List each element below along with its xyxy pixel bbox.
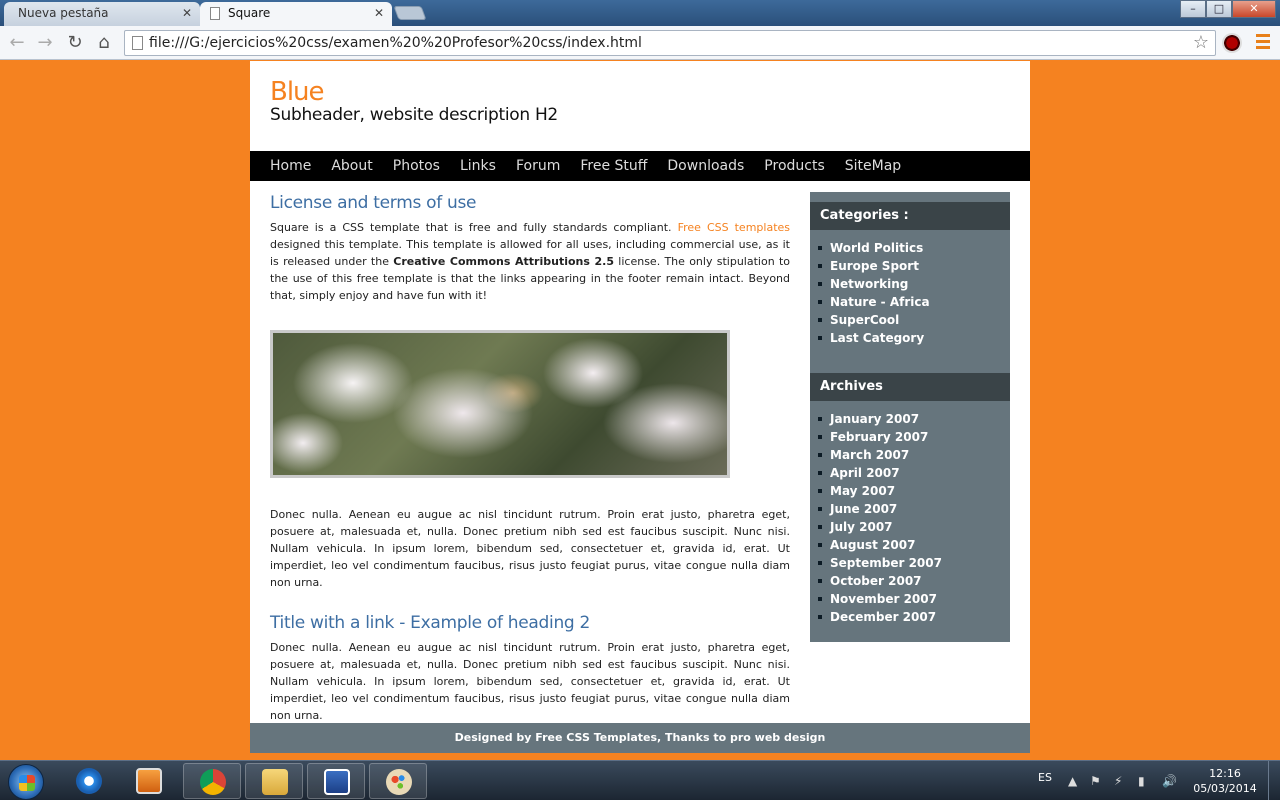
windows-taskbar: ES ▲ ⚑ ⚡ ▮ 🔊 12:16 05/03/2014 [0, 760, 1280, 800]
extension-icon[interactable] [1222, 33, 1242, 53]
heading-license: License and terms of use [270, 193, 477, 213]
word-glyph [324, 769, 350, 795]
category-link[interactable]: Networking [818, 275, 930, 293]
archives-heading: Archives [810, 373, 1010, 401]
archive-link[interactable]: December 2007 [818, 608, 942, 626]
internet-explorer-icon[interactable] [60, 763, 118, 799]
free-css-templates-link[interactable]: Free CSS templates [678, 221, 790, 234]
page-footer: Designed by Free CSS Templates, Thanks t… [250, 723, 1030, 753]
action-center-flag-icon[interactable]: ⚑ [1090, 774, 1101, 788]
category-link[interactable]: SuperCool [818, 311, 930, 329]
archive-link[interactable]: August 2007 [818, 536, 942, 554]
tab-close-icon[interactable]: ✕ [182, 2, 192, 24]
main-content: License and terms of use Square is a CSS… [270, 193, 790, 724]
text: Square is a CSS template that is free an… [270, 221, 678, 234]
paragraph-license: Square is a CSS template that is free an… [270, 219, 790, 304]
category-link[interactable]: World Politics [818, 239, 930, 257]
ie-glyph [76, 768, 102, 794]
paint-icon[interactable] [369, 763, 427, 799]
file-explorer-icon[interactable] [245, 763, 303, 799]
menu-item-photos[interactable]: Photos [383, 151, 450, 181]
site-subtitle: Subheader, website description H2 [270, 105, 558, 125]
volume-icon[interactable]: 🔊 [1162, 774, 1177, 788]
archive-link[interactable]: June 2007 [818, 500, 942, 518]
menu-item-sitemap[interactable]: SiteMap [835, 151, 911, 181]
address-bar[interactable]: file:///G:/ejercicios%20css/examen%20%20… [124, 30, 1216, 56]
archive-link[interactable]: September 2007 [818, 554, 942, 572]
clock-date: 05/03/2014 [1193, 782, 1257, 795]
category-link[interactable]: Nature - Africa [818, 293, 930, 311]
heading-title-link[interactable]: Title with a link - Example of heading 2 [270, 613, 790, 633]
archive-link[interactable]: May 2007 [818, 482, 942, 500]
main-menu: Home About Photos Links Forum Free Stuff… [250, 151, 1030, 181]
archive-link[interactable]: February 2007 [818, 428, 942, 446]
flower-photo [270, 330, 730, 478]
url-text[interactable]: file:///G:/ejercicios%20css/examen%20%20… [149, 31, 642, 55]
categories-heading: Categories : [810, 202, 1010, 230]
forward-arrow-icon[interactable]: → [34, 32, 56, 54]
category-link[interactable]: Last Category [818, 329, 930, 347]
menu-item-forum[interactable]: Forum [506, 151, 570, 181]
browser-toolbar: ← → ↻ ⌂ file:///G:/ejercicios%20css/exam… [0, 26, 1280, 60]
new-tab-button[interactable] [393, 6, 427, 20]
archive-link[interactable]: April 2007 [818, 464, 942, 482]
tab-close-icon[interactable]: ✕ [374, 2, 384, 24]
sidebar: Categories : World Politics Europe Sport… [810, 192, 1010, 642]
word-icon[interactable] [307, 763, 365, 799]
bookmark-star-icon[interactable]: ☆ [1193, 32, 1209, 53]
menu-item-free-stuff[interactable]: Free Stuff [570, 151, 657, 181]
network-icon[interactable]: ▮ [1138, 774, 1145, 788]
paint-glyph [386, 769, 412, 795]
chrome-glyph [200, 769, 226, 795]
categories-list: World Politics Europe Sport Networking N… [818, 239, 930, 347]
power-icon[interactable]: ⚡ [1114, 774, 1122, 788]
media-glyph [136, 768, 162, 794]
clock-time: 12:16 [1209, 767, 1241, 780]
reload-icon[interactable]: ↻ [64, 32, 86, 54]
menu-item-products[interactable]: Products [754, 151, 834, 181]
browser-tabstrip: Nueva pestaña ✕ Square ✕ – □ ✕ [0, 0, 1280, 26]
back-arrow-icon[interactable]: ← [6, 32, 28, 54]
paragraph-lorem-2: Donec nulla. Aenean eu augue ac nisl tin… [270, 641, 790, 722]
archive-link[interactable]: March 2007 [818, 446, 942, 464]
menu-item-links[interactable]: Links [450, 151, 506, 181]
close-button[interactable]: ✕ [1232, 0, 1276, 18]
menu-item-home[interactable]: Home [260, 151, 321, 181]
window-controls: – □ ✕ [1180, 0, 1276, 20]
home-icon[interactable]: ⌂ [93, 32, 115, 54]
archive-link[interactable]: July 2007 [818, 518, 942, 536]
media-player-icon[interactable] [120, 763, 178, 799]
clock[interactable]: 12:16 05/03/2014 [1190, 766, 1260, 796]
menu-item-downloads[interactable]: Downloads [657, 151, 754, 181]
windows-logo-icon [19, 775, 35, 791]
chrome-menu-icon[interactable] [1256, 34, 1270, 50]
page-icon [210, 7, 220, 20]
minimize-button[interactable]: – [1180, 0, 1206, 18]
archive-link[interactable]: October 2007 [818, 572, 942, 590]
paragraph-lorem: Donec nulla. Aenean eu augue ac nisl tin… [270, 508, 790, 589]
folder-glyph [262, 769, 288, 795]
archive-link[interactable]: November 2007 [818, 590, 942, 608]
tab-new-tab[interactable]: Nueva pestaña ✕ [4, 2, 200, 26]
maximize-button[interactable]: □ [1206, 0, 1232, 18]
bold-text: Creative Commons Attributions 2.5 [393, 255, 615, 268]
site-title: Blue [270, 77, 325, 107]
archive-link[interactable]: January 2007 [818, 410, 942, 428]
show-hidden-icons-icon[interactable]: ▲ [1068, 774, 1077, 788]
page-icon [132, 36, 143, 50]
tab-square[interactable]: Square ✕ [200, 2, 392, 26]
tab-label: Square [228, 6, 271, 20]
chrome-taskbar-icon[interactable] [183, 763, 241, 799]
archives-list: January 2007 February 2007 March 2007 Ap… [818, 410, 942, 626]
menu-item-about[interactable]: About [321, 151, 382, 181]
language-indicator[interactable]: ES [1038, 771, 1052, 784]
website-page: Blue Subheader, website description H2 H… [250, 61, 1030, 753]
category-link[interactable]: Europe Sport [818, 257, 930, 275]
show-desktop-button[interactable] [1268, 761, 1280, 800]
start-button[interactable] [8, 764, 44, 800]
tab-label: Nueva pestaña [18, 6, 109, 20]
